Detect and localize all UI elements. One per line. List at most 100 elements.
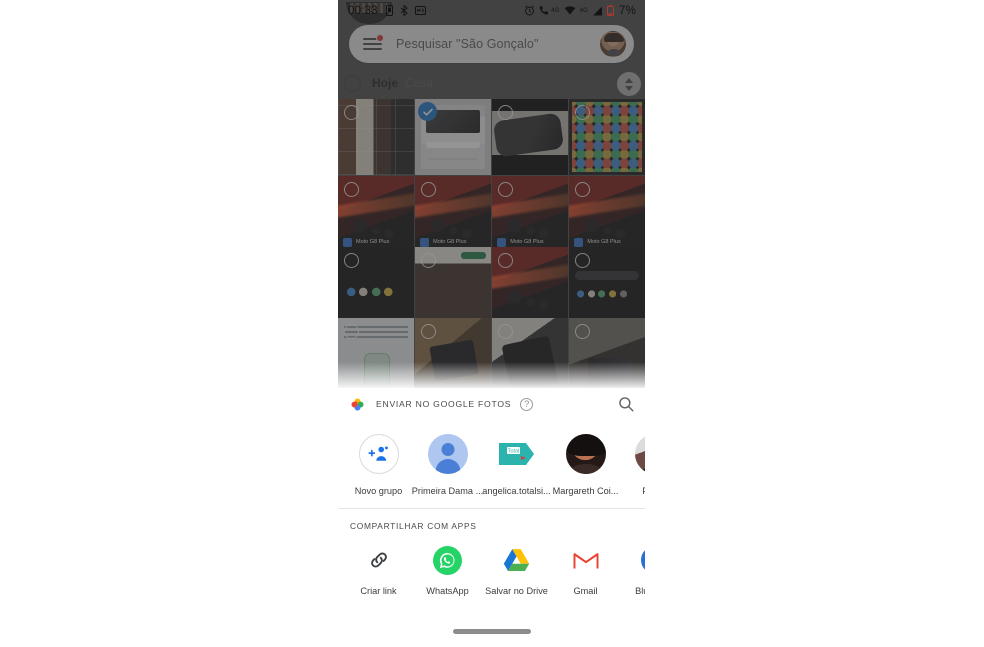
status-bar: 00:33 4G 4G 7% — [338, 0, 645, 21]
site-favicon-icon — [497, 237, 507, 247]
home-gesture-bar[interactable] — [452, 629, 531, 634]
chevron-down-icon — [625, 85, 633, 91]
google-drive-icon — [502, 545, 532, 575]
photo-caption-label: Moto G8 Plus — [510, 239, 544, 246]
call-forward-icon: 4G — [539, 5, 559, 16]
hamburger-menu-icon[interactable] — [363, 34, 384, 51]
contact-photo — [634, 434, 645, 474]
wifi-icon — [564, 6, 576, 15]
screen-root: Moto G8 Plus Moto G8 Plus Moto G8 Plus Moto… — [0, 0, 984, 647]
phone-viewport: Moto G8 Plus Moto G8 Plus Moto G8 Plus Moto… — [338, 0, 645, 647]
status-right-icons: 4G 4G 7% — [524, 5, 636, 17]
apps-section-label: COMPARTILHAR COM APPS — [350, 521, 477, 531]
app-name-label: WhatsApp — [426, 586, 469, 596]
account-avatar[interactable] — [600, 31, 626, 57]
contact-name-label: Novo grupo — [354, 486, 403, 496]
photo-picker-background: Moto G8 Plus Moto G8 Plus Moto G8 Plus Moto… — [338, 0, 645, 388]
photo-thumbnail[interactable]: Moto G8 Plus — [338, 176, 414, 252]
contact-item[interactable]: Pedro — [620, 434, 645, 496]
add-group-icon — [358, 434, 399, 474]
photo-thumbnail[interactable] — [492, 99, 568, 175]
google-photos-icon — [350, 397, 365, 412]
section-header-today[interactable]: Hoje Casa — [338, 68, 645, 98]
contact-photo — [565, 434, 606, 474]
photo-caption: Moto G8 Plus — [574, 237, 621, 247]
whatsapp-badge — [433, 545, 462, 575]
gmail-icon — [571, 545, 601, 575]
search-icon[interactable] — [617, 395, 635, 413]
link-icon — [364, 545, 394, 575]
sim-icon — [385, 5, 393, 16]
share-sheet-header: ENVIAR NO GOOGLE FOTOS ? — [338, 388, 645, 420]
site-favicon-icon — [420, 237, 430, 247]
sms-icon — [414, 6, 426, 15]
contact-item[interactable]: Total angelica.totalsi... — [482, 434, 551, 496]
status-left-icons — [385, 5, 426, 16]
fade-gradient — [338, 362, 645, 388]
photo-thumbnail[interactable] — [338, 247, 414, 323]
battery-percent-label: 7% — [618, 4, 636, 17]
bluetooth-badge — [640, 546, 645, 574]
contact-item[interactable]: Margareth Coi... — [551, 434, 620, 496]
scroll-scrubber-handle[interactable] — [617, 72, 641, 96]
svg-text:Total: Total — [507, 449, 518, 455]
status-clock: 00:33 — [348, 4, 378, 17]
help-icon[interactable]: ? — [520, 397, 534, 411]
photo-thumbnail[interactable] — [569, 99, 645, 175]
app-share-item[interactable]: WhatsApp — [413, 545, 482, 596]
search-bar[interactable]: Pesquisar "São Gonçalo" — [349, 25, 634, 63]
photo-grid[interactable]: Moto G8 Plus Moto G8 Plus Moto G8 Plus Moto… — [338, 99, 645, 388]
photo-caption: Moto G8 Plus — [497, 237, 544, 247]
photo-caption-label: Moto G8 Plus — [433, 239, 467, 246]
app-share-item[interactable]: Gmail — [551, 545, 620, 596]
photo-thumbnail[interactable] — [492, 247, 568, 323]
photo-thumbnail[interactable]: Moto G8 Plus — [492, 176, 568, 252]
photo-thumbnail[interactable] — [415, 99, 491, 175]
app-name-label: Gmail — [573, 586, 598, 596]
bluetooth-share-icon — [399, 5, 409, 16]
contact-name-label: Pedro — [642, 486, 645, 496]
site-favicon-icon — [574, 237, 584, 247]
contact-name-label: angelica.totalsi... — [482, 486, 551, 496]
app-share-item[interactable]: Criar link — [344, 545, 413, 596]
photo-thumbnail[interactable] — [338, 99, 414, 175]
apps-row[interactable]: Criar link WhatsApp Salvar no Drive Gmail Bl… — [338, 531, 645, 596]
app-name-label: Bluetooth — [635, 586, 645, 596]
total-play-icon: Total — [497, 434, 537, 474]
contact-item[interactable]: Novo grupo — [344, 434, 413, 496]
app-name-label: Criar link — [360, 586, 397, 596]
network-type-label: 4G — [579, 7, 588, 14]
section-today-label: Hoje — [372, 76, 399, 90]
contact-name-label: Margareth Coi... — [552, 486, 619, 496]
search-input[interactable]: Pesquisar "São Gonçalo" — [396, 37, 539, 51]
contact-name-label: Primeira Dama ... — [411, 486, 484, 496]
photo-thumbnail[interactable]: Moto G8 Plus — [415, 176, 491, 252]
person-placeholder-icon — [427, 434, 468, 474]
photo-thumbnail[interactable]: Moto G8 Plus — [569, 176, 645, 252]
photo-thumbnail[interactable] — [569, 247, 645, 323]
signal-icon — [592, 6, 603, 16]
whatsapp-icon — [433, 545, 463, 575]
bluetooth-icon — [640, 545, 645, 575]
call-network-label: 4G — [551, 7, 560, 14]
notification-dot-icon — [376, 34, 384, 42]
alarm-icon — [524, 5, 535, 16]
app-share-item[interactable]: Bluetooth — [620, 545, 645, 596]
chevron-up-icon — [625, 77, 633, 83]
photo-caption-label: Moto G8 Plus — [356, 239, 390, 246]
contacts-row[interactable]: Novo grupo Primeira Dama ... Total angelica… — [338, 420, 645, 496]
photo-caption: Moto G8 Plus — [420, 237, 467, 247]
share-sheet-title: ENVIAR NO GOOGLE FOTOS — [376, 399, 512, 409]
photo-selected-check-icon[interactable] — [418, 102, 438, 121]
app-share-item[interactable]: Salvar no Drive — [482, 545, 551, 596]
apps-section: COMPARTILHAR COM APPS Criar link WhatsApp… — [338, 508, 645, 596]
section-select-circle-icon[interactable] — [344, 74, 361, 92]
photo-select-circle-icon[interactable] — [344, 105, 359, 120]
app-name-label: Salvar no Drive — [485, 586, 548, 596]
photo-caption: Moto G8 Plus — [343, 237, 390, 247]
photo-thumbnail[interactable] — [415, 247, 491, 323]
contact-item[interactable]: Primeira Dama ... — [411, 434, 484, 496]
share-sheet: ENVIAR NO GOOGLE FOTOS ? Novo grupo Prime… — [338, 388, 645, 647]
photo-caption-label: Moto G8 Plus — [587, 239, 621, 246]
battery-icon — [607, 5, 614, 16]
